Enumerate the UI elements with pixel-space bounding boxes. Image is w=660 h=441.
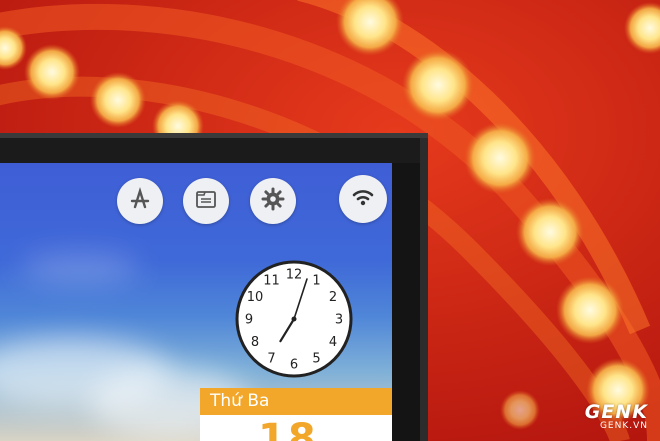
app-store-icon xyxy=(127,186,153,216)
clock-numeral: 5 xyxy=(312,351,320,366)
clock-numeral: 2 xyxy=(329,290,337,305)
clock-numeral: 7 xyxy=(267,351,275,366)
day-number: 18 xyxy=(258,416,318,441)
analog-clock: 12 12 3 45678 9 1011 xyxy=(235,260,353,378)
settings-gear-icon xyxy=(260,186,286,216)
clock-numeral: 12 xyxy=(286,268,303,283)
clock-numeral: 10 xyxy=(247,290,264,305)
settings-button[interactable] xyxy=(250,178,296,224)
watermark: GENK GENK.VN xyxy=(585,401,648,431)
clock-numeral: 6 xyxy=(290,358,298,373)
clock-numeral: 1 xyxy=(312,274,320,289)
clock-numeral: 8 xyxy=(251,335,259,350)
date-body: 18 xyxy=(200,415,392,441)
clock-numeral: 4 xyxy=(329,335,337,350)
wifi-icon xyxy=(350,184,376,214)
clock-numeral: 9 xyxy=(245,313,253,328)
clock-numeral: 11 xyxy=(263,274,280,289)
clock-numeral: 3 xyxy=(335,313,343,328)
file-manager-button[interactable] xyxy=(183,178,229,224)
app-store-button[interactable] xyxy=(117,178,163,224)
weekday-label: Thứ Ba xyxy=(200,388,392,415)
wifi-button[interactable] xyxy=(339,175,387,223)
file-manager-icon xyxy=(194,187,218,215)
genk-logo: GENK xyxy=(584,401,648,423)
tv-screen: 12 1 2 3 4 5 6 7 8 9 10 11 Thứ Ba 18 xyxy=(0,163,392,441)
date-card: Thứ Ba 18 xyxy=(200,388,392,441)
cloud xyxy=(20,253,140,283)
